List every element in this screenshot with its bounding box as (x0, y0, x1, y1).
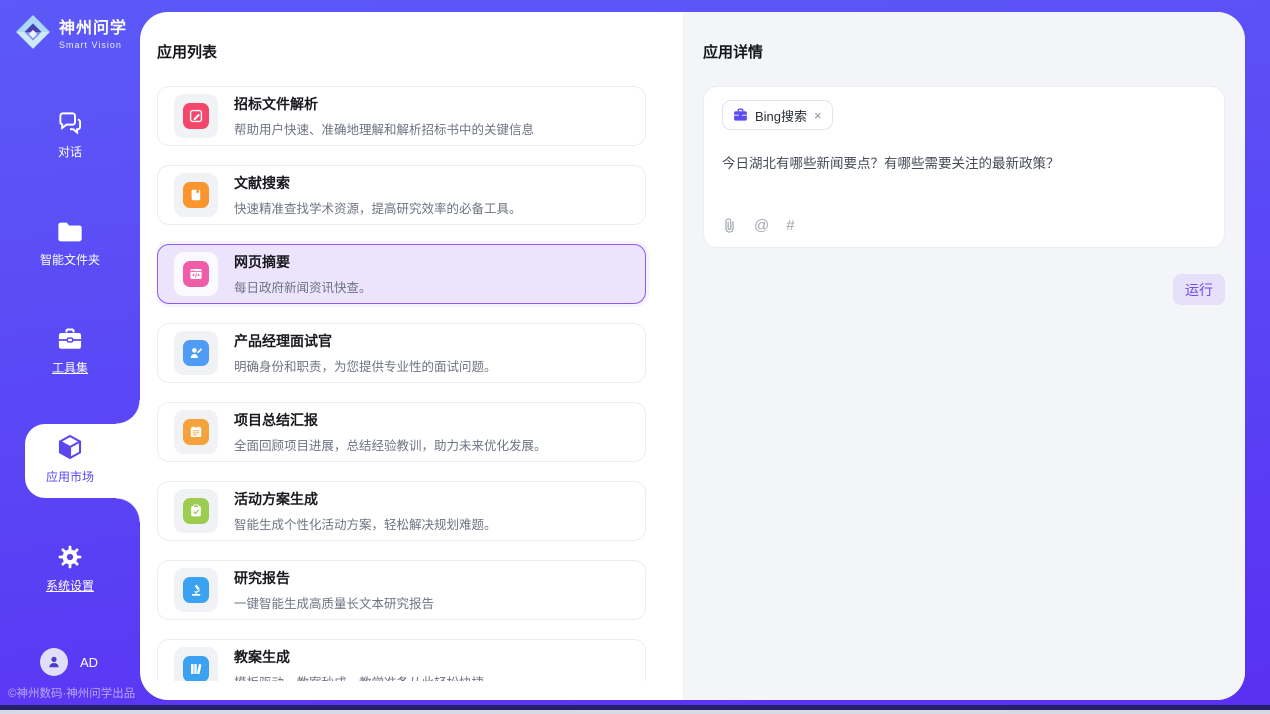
app-name: 研究报告 (234, 570, 290, 586)
app-description: 每日政府新闻资讯快查。 (234, 277, 372, 296)
sidebar-item-label: 应用市场 (0, 468, 140, 485)
app-detail-title: 应用详情 (703, 41, 1225, 62)
tab-fillet-bottom (116, 498, 140, 522)
clipboard-check-icon (183, 498, 209, 524)
bottom-edge (0, 710, 1270, 714)
sidebar-item-toolset[interactable]: 工具集 (0, 327, 140, 376)
hash-topic-icon[interactable]: # (786, 217, 794, 234)
prompt-text-input[interactable]: 今日湖北有哪些新闻要点？有哪些需要关注的最新政策？ (722, 152, 1206, 172)
gear-icon (56, 543, 84, 571)
sidebar-item-chat[interactable]: 对话 (0, 110, 140, 160)
app-name: 活动方案生成 (234, 491, 318, 507)
app-list-title: 应用列表 (157, 41, 683, 62)
app-card-web-summary[interactable]: 网页摘要 每日政府新闻资讯快查。 (157, 244, 646, 304)
sidebar-item-label: 智能文件夹 (0, 251, 140, 268)
app-description: 快速精准查找学术资源，提高研究效率的必备工具。 (234, 198, 522, 217)
app-window: 神州问学 Smart Vision 对话 智能文件夹 工具 (0, 0, 1270, 714)
app-detail-panel: 应用详情 Bing搜索 × 今日湖北有哪些新闻要点？有哪些需要关注的最新政策？ (683, 12, 1245, 700)
app-name: 项目总结汇报 (234, 412, 318, 428)
interviewer-icon (183, 340, 209, 366)
app-card-research-report[interactable]: 研究报告 一键智能生成高质量长文本研究报告 (157, 560, 646, 620)
app-card-literature-search[interactable]: 文献搜索 快速精准查找学术资源，提高研究效率的必备工具。 (157, 165, 646, 225)
app-icon-container (174, 252, 218, 296)
sidebar: 神州问学 Smart Vision 对话 智能文件夹 工具 (0, 0, 140, 710)
sidebar-item-label: 工具集 (0, 359, 140, 376)
app-description: 模板驱动，教案秒成，教学准备从此轻松快捷 (234, 672, 484, 681)
tool-tag-close-icon[interactable]: × (814, 108, 822, 123)
app-icon-container (174, 94, 218, 138)
sidebar-item-app-market[interactable]: 应用市场 (0, 432, 140, 485)
chat-icon (57, 110, 84, 137)
books-icon (183, 656, 209, 681)
app-name: 招标文件解析 (234, 96, 318, 112)
user-name: AD (80, 655, 98, 670)
paperclip-icon[interactable] (722, 217, 737, 234)
app-name: 网页摘要 (234, 254, 290, 270)
run-button[interactable]: 运行 (1173, 274, 1225, 305)
sidebar-item-settings[interactable]: 系统设置 (0, 543, 140, 594)
app-description: 明确身份和职责，为您提供专业性的面试问题。 (234, 356, 497, 375)
app-description: 智能生成个性化活动方案，轻松解决规划难题。 (234, 514, 497, 533)
avatar (40, 648, 68, 676)
app-icon-container (174, 173, 218, 217)
app-description: 帮助用户快速、准确地理解和解析招标书中的关键信息 (234, 119, 534, 138)
edit-doc-icon (183, 103, 209, 129)
person-icon (46, 654, 62, 670)
copyright-text: ©神州数码·神州问学出品 (8, 685, 135, 701)
brand-logo: 神州问学 Smart Vision (14, 13, 127, 51)
diamond-logo-icon (14, 13, 52, 51)
app-icon-container (174, 331, 218, 375)
app-card-project-summary[interactable]: 项目总结汇报 全面回顾项目进展，总结经验教训，助力未来优化发展。 (157, 402, 646, 462)
app-icon-container (174, 410, 218, 454)
app-list-panel: 应用列表 招标文件解析 帮助用户快速、准确地理解和解析招标书中的关键信息 (140, 12, 683, 700)
at-mention-icon[interactable]: @ (754, 217, 769, 234)
toolbox-icon (56, 327, 84, 353)
brand-tagline: Smart Vision (59, 40, 127, 50)
sidebar-item-label: 对话 (0, 143, 140, 160)
main-content: 应用列表 招标文件解析 帮助用户快速、准确地理解和解析招标书中的关键信息 (140, 12, 1245, 700)
app-icon-container (174, 489, 218, 533)
app-name: 文献搜索 (234, 175, 290, 191)
tab-fillet-top (116, 400, 140, 424)
app-card-event-plan[interactable]: 活动方案生成 智能生成个性化活动方案，轻松解决规划难题。 (157, 481, 646, 541)
app-card-lesson-plan[interactable]: 教案生成 模板驱动，教案秒成，教学准备从此轻松快捷 (157, 639, 646, 681)
app-name: 产品经理面试官 (234, 333, 332, 349)
sidebar-item-smart-folder[interactable]: 智能文件夹 (0, 219, 140, 268)
user-account[interactable]: AD (40, 648, 98, 676)
app-icon-container (174, 647, 218, 681)
book-icon (183, 182, 209, 208)
brand-name: 神州问学 (59, 14, 127, 38)
webpage-icon (183, 261, 209, 287)
report-calendar-icon (183, 419, 209, 445)
folder-icon (56, 219, 84, 245)
app-icon-container (174, 568, 218, 612)
app-description: 全面回顾项目进展，总结经验教训，助力未来优化发展。 (234, 435, 547, 454)
prompt-card: Bing搜索 × 今日湖北有哪些新闻要点？有哪些需要关注的最新政策？ @ # (703, 86, 1225, 248)
app-card-bid-analysis[interactable]: 招标文件解析 帮助用户快速、准确地理解和解析招标书中的关键信息 (157, 86, 646, 146)
briefcase-icon (733, 108, 748, 122)
cube-icon (55, 432, 85, 462)
app-description: 一键智能生成高质量长文本研究报告 (234, 593, 434, 612)
tool-tag-bing-search[interactable]: Bing搜索 × (722, 100, 833, 130)
microscope-icon (183, 577, 209, 603)
tool-tag-label: Bing搜索 (755, 106, 807, 125)
sidebar-item-label: 系统设置 (0, 577, 140, 594)
app-name: 教案生成 (234, 649, 290, 665)
prompt-toolbar: @ # (722, 217, 795, 234)
app-list-viewport: 招标文件解析 帮助用户快速、准确地理解和解析招标书中的关键信息 文献搜索 (157, 86, 662, 681)
app-card-pm-interviewer[interactable]: 产品经理面试官 明确身份和职责，为您提供专业性的面试问题。 (157, 323, 646, 383)
